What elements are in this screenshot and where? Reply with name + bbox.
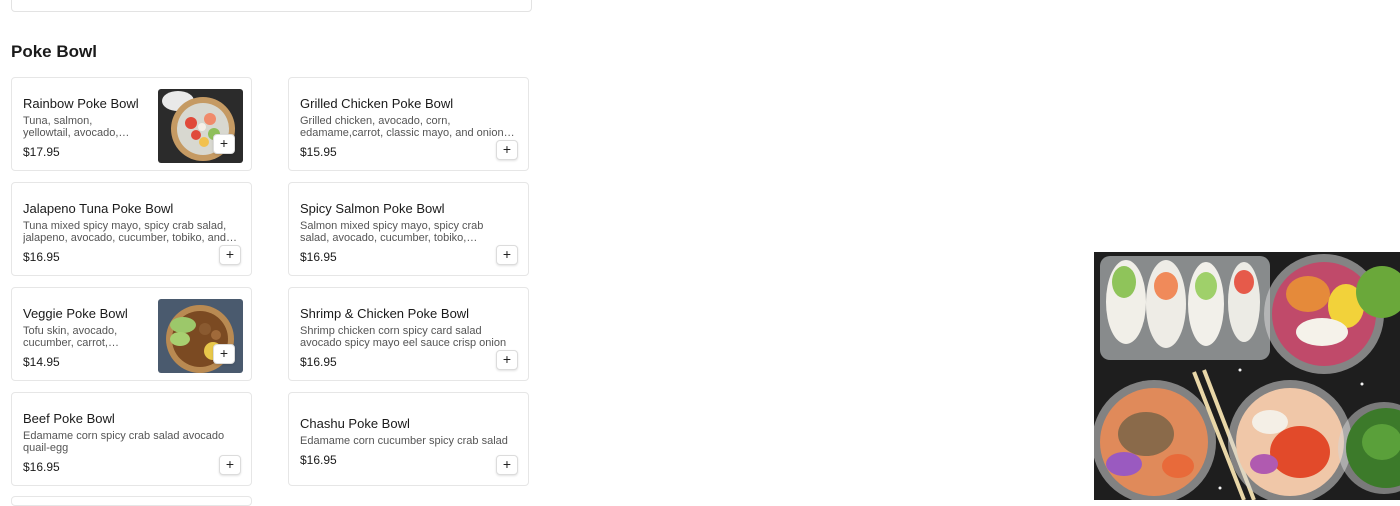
item-name: Jalapeno Tuna Poke Bowl [23, 201, 174, 216]
item-price: $17.95 [23, 145, 60, 159]
add-to-cart-button[interactable]: + [496, 455, 518, 475]
search-box[interactable] [11, 0, 532, 12]
item-description: Tofu skin, avocado, cucumber, carrot, ed… [23, 325, 118, 349]
item-price: $14.95 [23, 355, 60, 369]
section-title: Poke Bowl [11, 42, 97, 61]
item-price: $16.95 [23, 250, 60, 264]
item-description: Grilled chicken, avocado, corn, edamame,… [300, 115, 504, 139]
item-price: $16.95 [300, 355, 337, 369]
add-to-cart-button[interactable]: + [213, 134, 235, 154]
menu-item-card[interactable]: Jalapeno Tuna Poke Bowl Tuna mixed spicy… [11, 182, 252, 276]
item-name: Beef Poke Bowl [23, 411, 115, 426]
hero-food-image [1094, 252, 1400, 500]
menu-item-card[interactable]: Veggie Poke Bowl Tofu skin, avocado, cuc… [11, 287, 252, 381]
item-price: $15.95 [300, 145, 337, 159]
menu-item-card[interactable]: Chashu Poke Bowl Edamame corn cucumber s… [288, 392, 529, 486]
item-name: Grilled Chicken Poke Bowl [300, 96, 454, 111]
item-price: $16.95 [23, 460, 60, 474]
item-description: Edamame corn spicy crab salad avocado qu… [23, 430, 225, 454]
item-description: Edamame corn cucumber spicy crab salad [300, 435, 508, 447]
item-description: Tuna mixed spicy mayo, spicy crab salad,… [23, 220, 227, 244]
plus-icon: + [502, 456, 512, 472]
add-to-cart-button[interactable]: + [496, 350, 518, 370]
item-price: $16.95 [300, 250, 337, 264]
menu-item-card-partial [11, 496, 252, 506]
menu-item-card[interactable]: Rainbow Poke Bowl Tuna, salmon, yellowta… [11, 77, 252, 171]
plus-icon: + [219, 135, 229, 151]
item-name: Chashu Poke Bowl [300, 416, 410, 431]
menu-item-card[interactable]: Grilled Chicken Poke Bowl Grilled chicke… [288, 77, 529, 171]
plus-icon: + [219, 345, 229, 361]
add-to-cart-button[interactable]: + [219, 455, 241, 475]
item-description: Tuna, salmon, yellowtail, avocado, cucum… [23, 115, 119, 139]
item-price: $16.95 [300, 453, 337, 467]
item-name: Spicy Salmon Poke Bowl [300, 201, 445, 216]
item-description: Shrimp chicken corn spicy card salad avo… [300, 325, 507, 349]
plus-icon: + [502, 351, 512, 367]
add-to-cart-button[interactable]: + [496, 245, 518, 265]
item-name: Veggie Poke Bowl [23, 306, 128, 321]
plus-icon: + [502, 141, 512, 157]
plus-icon: + [502, 246, 512, 262]
item-description: Salmon mixed spicy mayo, spicy crab sala… [300, 220, 484, 244]
item-name: Shrimp & Chicken Poke Bowl [300, 306, 470, 321]
plus-icon: + [225, 456, 235, 472]
add-to-cart-button[interactable]: + [213, 344, 235, 364]
menu-item-card[interactable]: Shrimp & Chicken Poke Bowl Shrimp chicke… [288, 287, 529, 381]
item-name: Rainbow Poke Bowl [23, 96, 139, 111]
menu-item-card[interactable]: Spicy Salmon Poke Bowl Salmon mixed spic… [288, 182, 529, 276]
menu-item-card[interactable]: Beef Poke Bowl Edamame corn spicy crab s… [11, 392, 252, 486]
add-to-cart-button[interactable]: + [219, 245, 241, 265]
add-to-cart-button[interactable]: + [496, 140, 518, 160]
plus-icon: + [225, 246, 235, 262]
